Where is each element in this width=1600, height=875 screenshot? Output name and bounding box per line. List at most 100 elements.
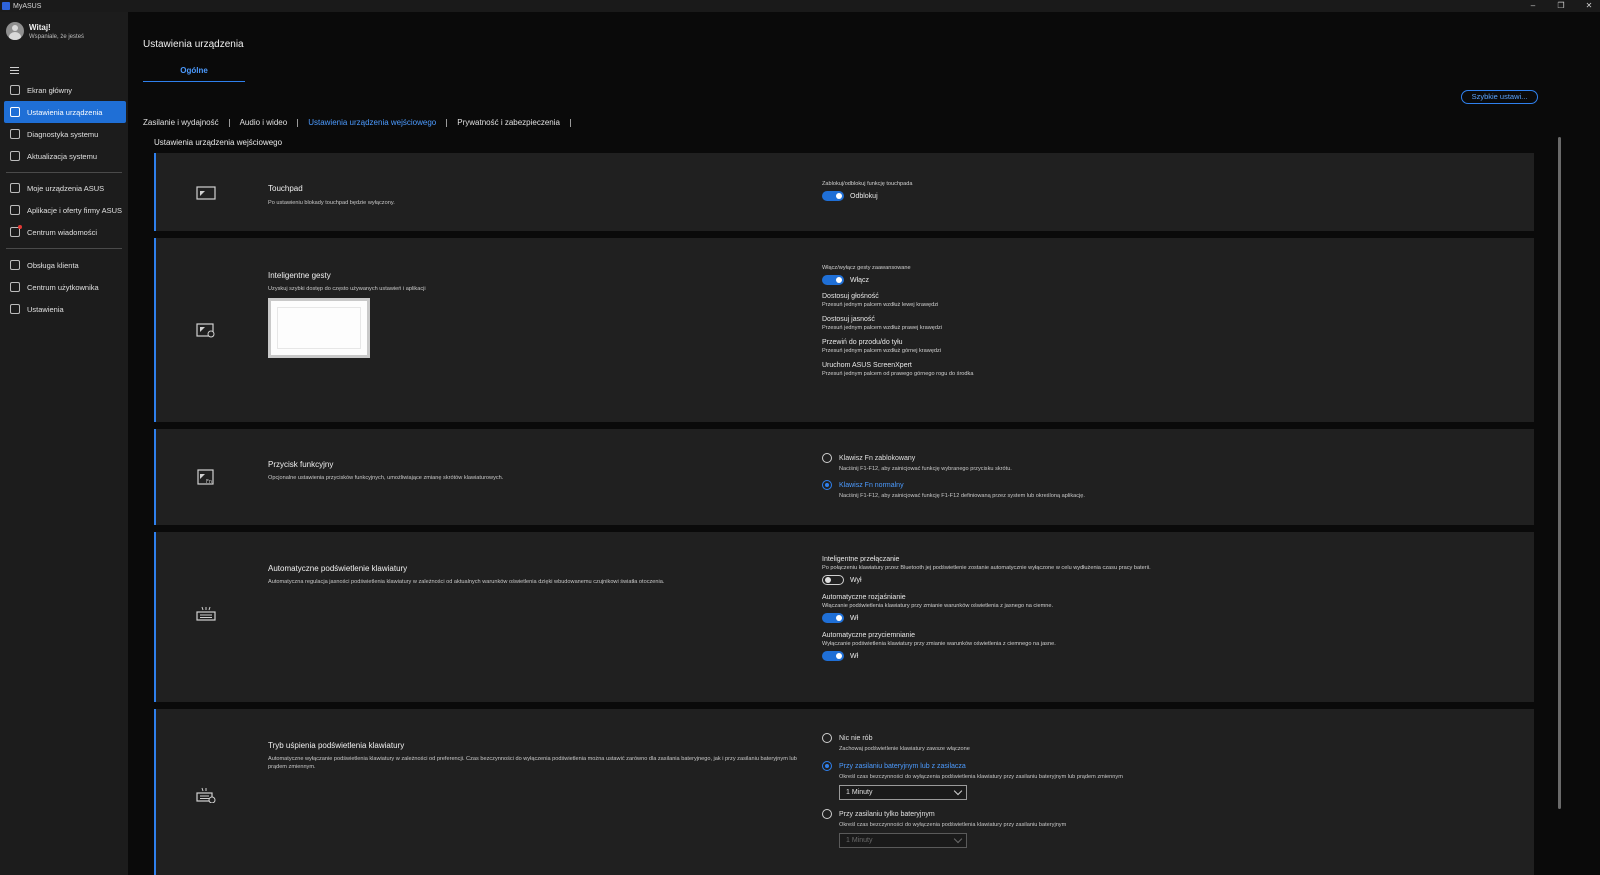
asus-logo-icon: [2, 2, 10, 10]
chevron-down-icon: [953, 834, 963, 844]
sleep-never-radio[interactable]: [822, 733, 832, 743]
sleep-battery-ac-desc: Określ czas bezczynności do wyłączenia p…: [839, 774, 1123, 780]
auto-brighten-title: Automatyczne rozjaśnianie: [822, 594, 906, 601]
subtab-divider: [446, 118, 448, 127]
sidebar-item-my-devices[interactable]: Moje urządzenia ASUS: [4, 177, 126, 199]
smart-switch-toggle-label: Wył: [850, 576, 862, 584]
fn-locked-option[interactable]: Klawisz Fn zablokowany: [822, 453, 1085, 463]
smart-gesture-icon: [196, 323, 215, 338]
user-profile[interactable]: Witaj! Wspaniale, że jesteś: [6, 22, 84, 40]
gestures-control-label: Włącz/wyłącz gesty zaawansowane: [822, 265, 911, 271]
fn-normal-radio[interactable]: [822, 480, 832, 490]
sidebar-item-settings[interactable]: Ustawienia: [4, 298, 126, 320]
gestures-toggle-label: Włącz: [850, 276, 870, 284]
sleep-battery-ac-radio[interactable]: [822, 761, 832, 771]
app-title: MyASUS: [13, 2, 42, 10]
sidebar-item-customer-support[interactable]: Obsługa klienta: [4, 254, 126, 276]
select-value: 1 Minuty: [846, 789, 873, 796]
smart-gestures-card: Inteligentne gesty Uzyskuj szybki dostęp…: [154, 238, 1534, 422]
fn-normal-option[interactable]: Klawisz Fn normalny: [822, 480, 1085, 490]
sidebar-item-system-update[interactable]: Aktualizacja systemu: [4, 145, 126, 167]
user-subtitle: Wspaniale, że jesteś: [29, 33, 85, 40]
smart-switch-toggle[interactable]: [822, 575, 844, 585]
page-title: Ustawienia urządzenia: [143, 39, 244, 50]
backlight-desc: Automatyczna regulacja jasności podświet…: [268, 579, 665, 585]
message-icon: [10, 225, 22, 237]
sleep-option-battery-only[interactable]: Przy zasilaniu tylko bateryjnym: [822, 809, 1123, 819]
keyboard-sleep-icon: [196, 787, 216, 803]
sleep-battery-only-radio[interactable]: [822, 809, 832, 819]
touchpad-desc: Po ustawieniu blokady touchpad będzie wy…: [268, 200, 395, 206]
auto-dim-toggle[interactable]: [822, 651, 844, 661]
sleep-option-never[interactable]: Nic nie rób: [822, 733, 1123, 743]
fn-normal-label: Klawisz Fn normalny: [839, 481, 904, 489]
subtab-input-devices[interactable]: Ustawienia urządzenia wejściowego: [308, 118, 436, 127]
sleep-battery-only-label: Przy zasilaniu tylko bateryjnym: [839, 810, 935, 818]
main-content: Ustawienia urządzenia Ogólne Szybkie ust…: [128, 12, 1600, 875]
fnkey-desc: Opcjonalne ustawienia przycisków funkcyj…: [268, 475, 504, 481]
touchpad-toggle-label: Odblokuj: [850, 192, 878, 200]
sidebar-item-label: Ustawienia urządzenia: [27, 107, 103, 117]
home-icon: [10, 85, 20, 95]
fn-locked-label: Klawisz Fn zablokowany: [839, 454, 916, 462]
subtab-audio-video[interactable]: Audio i wideo: [240, 118, 288, 127]
touchpad-card: Touchpad Po ustawieniu blokady touchpad …: [154, 153, 1534, 231]
gesture-item-desc: Przesuń jednym palcem wzdłuż prawej kraw…: [822, 325, 943, 331]
minimize-button[interactable]: –: [1528, 0, 1538, 12]
sleep-option-battery-ac[interactable]: Przy zasilaniu bateryjnym lub z zasilacz…: [822, 761, 1123, 771]
auto-dim-desc: Wyłączanie podświetlenia klawiatury przy…: [822, 641, 1056, 647]
close-button[interactable]: ✕: [1584, 0, 1594, 12]
touchpad-title: Touchpad: [268, 184, 303, 193]
sidebar-item-apps-offers[interactable]: Aplikacje i oferty firmy ASUS: [4, 199, 126, 221]
hamburger-menu-icon[interactable]: [10, 67, 19, 74]
sidebar-item-diagnostics[interactable]: Diagnostyka systemu: [4, 123, 126, 145]
nav-group-support: Obsługa klienta Centrum użytkownika Usta…: [4, 254, 126, 320]
sidebar-item-message-center[interactable]: Centrum wiadomości: [4, 221, 126, 243]
subtab-privacy[interactable]: Prywatność i zabezpieczenia: [457, 118, 560, 127]
subtab-power[interactable]: Zasilanie i wydajność: [143, 118, 219, 127]
chevron-down-icon: [953, 786, 963, 796]
devices-icon: [10, 183, 20, 193]
function-key-card: Fn Przycisk funkcyjny Opcjonalne ustawie…: [154, 429, 1534, 525]
user-greeting: Witaj!: [29, 22, 51, 32]
sidebar-item-label: Obsługa klienta: [27, 260, 79, 270]
touchpad-lock-toggle[interactable]: [822, 191, 844, 201]
fn-normal-desc: Naciśnij F1-F12, aby zainicjować funkcję…: [839, 493, 1085, 499]
sidebar-item-label: Aplikacje i oferty firmy ASUS: [27, 205, 123, 215]
auto-backlight-card: Automatyczne podświetlenie klawiatury Au…: [154, 532, 1534, 702]
sleep-desc: Automatyczne wyłączanie podświetlenia kl…: [268, 756, 797, 770]
quick-settings-button[interactable]: Szybkie ustawi...: [1461, 90, 1538, 104]
gesture-preview-image: [268, 298, 370, 358]
gesture-item: Przewiń do przodu/do tyłu Przesuń jednym…: [822, 339, 973, 354]
sidebar-item-user-center[interactable]: Centrum użytkownika: [4, 276, 126, 298]
maximize-button[interactable]: ❐: [1556, 0, 1566, 12]
gesture-item-desc: Przesuń jednym palcem od prawego górnego…: [822, 371, 974, 377]
fn-locked-radio[interactable]: [822, 453, 832, 463]
backlight-title: Automatyczne podświetlenie klawiatury: [268, 564, 408, 573]
sidebar-item-label: Centrum użytkownika: [27, 282, 99, 292]
nav-group-main: Ekran główny Ustawienia urządzenia Diagn…: [4, 79, 126, 167]
sleep-battery-ac-select[interactable]: 1 Minuty: [839, 785, 967, 800]
gesture-item-title: Dostosuj głośność: [822, 293, 879, 300]
gestures-toggle[interactable]: [822, 275, 844, 285]
sidebar-divider: [6, 248, 122, 249]
gear-icon: [10, 304, 20, 314]
nav-group-devices: Moje urządzenia ASUS Aplikacje i oferty …: [4, 177, 126, 243]
window-controls: – ❐ ✕: [1528, 0, 1594, 12]
sidebar-item-device-settings[interactable]: Ustawienia urządzenia: [4, 101, 126, 123]
scrollbar[interactable]: [1558, 137, 1561, 809]
avatar: [6, 22, 24, 40]
backlight-sleep-card: Tryb uśpienia podświetlenia klawiatury A…: [154, 709, 1534, 875]
sidebar-item-home[interactable]: Ekran główny: [4, 79, 126, 101]
fn-locked-desc: Naciśnij F1-F12, aby zainicjować funkcję…: [839, 466, 1012, 472]
gesture-item: Uruchom ASUS ScreenXpert Przesuń jednym …: [822, 362, 973, 377]
user-icon: [10, 282, 20, 292]
tab-general[interactable]: Ogólne: [143, 66, 245, 82]
svg-text:Fn: Fn: [206, 479, 212, 485]
refresh-icon: [10, 151, 20, 161]
touchpad-icon: [196, 186, 216, 200]
wrench-icon: [10, 129, 20, 139]
touchpad-control-label: Zablokuj/odblokuj funkcję touchpada: [822, 181, 913, 187]
auto-brighten-toggle[interactable]: [822, 613, 844, 623]
subtab-divider: [297, 118, 299, 127]
